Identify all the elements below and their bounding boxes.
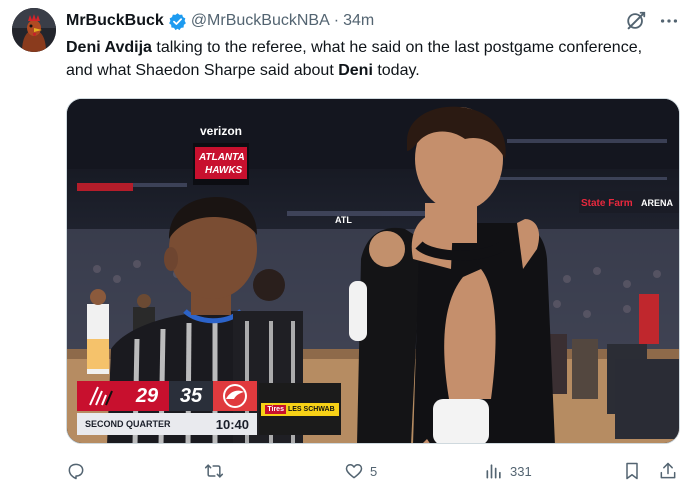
sponsor-badge: Tires LES SCHWAB <box>259 383 341 435</box>
hawks-sign-bottom: HAWKS <box>205 165 243 176</box>
views-count: 331 <box>510 463 532 479</box>
bookmark-button[interactable] <box>622 458 642 484</box>
views-button[interactable]: 331 <box>484 458 532 484</box>
hawks-logo-icon <box>213 381 257 411</box>
tweet-text: Deni Avdija talking to the referee, what… <box>66 36 666 82</box>
author-name[interactable]: MrBuckBuck <box>66 12 164 30</box>
avatar[interactable] <box>12 8 56 52</box>
more-icon[interactable] <box>658 10 680 32</box>
away-score: 29 <box>125 381 169 411</box>
game-quarter: SECOND QUARTER <box>85 419 171 429</box>
grok-icon[interactable] <box>625 10 647 32</box>
author-handle[interactable]: @MrBuckBuckNBA <box>191 12 330 30</box>
sponsor-text-b: LES SCHWAB <box>287 405 335 413</box>
heart-icon <box>345 464 363 479</box>
tweet-text-part: Deni <box>338 62 373 79</box>
separator-dot: · <box>333 12 340 29</box>
verizon-sign: verizon <box>200 124 242 138</box>
hawks-sign-top: ATLANTA <box>198 152 245 163</box>
share-button[interactable] <box>658 458 678 484</box>
verified-badge-icon[interactable] <box>168 12 187 31</box>
tweet-text-part: Deni Avdija <box>66 39 152 56</box>
blazers-logo-icon <box>77 381 125 411</box>
atl-sign: ATL <box>335 215 352 225</box>
like-button[interactable]: 5 <box>344 458 377 484</box>
reply-icon <box>68 463 84 480</box>
share-icon <box>660 462 676 479</box>
sponsor-text-a: Tires <box>265 404 286 414</box>
reply-button[interactable] <box>66 458 92 484</box>
game-clock: 10:40 <box>215 416 249 432</box>
scoreboard: 29 35 SECOND QUARTER 10:40 <box>77 381 257 437</box>
tweet-media-video[interactable]: verizon ATLANTA HAWKS State Farm ARENA A… <box>66 98 680 444</box>
statefarm-sign: State Farm <box>581 198 633 209</box>
tweet-header: MrBuckBuck @MrBuckBuckNBA · 34m <box>66 10 374 32</box>
retweet-icon <box>204 464 224 478</box>
retweet-button[interactable] <box>204 458 230 484</box>
arena-sign: ARENA <box>641 198 674 208</box>
tweet-action-bar: 5 331 <box>66 458 680 484</box>
views-icon <box>486 464 501 479</box>
like-count: 5 <box>370 463 378 479</box>
tweet-timestamp[interactable]: 34m <box>343 12 374 30</box>
home-score: 35 <box>169 381 213 411</box>
tweet-text-part: today. <box>372 62 420 79</box>
bookmark-icon <box>626 462 638 480</box>
